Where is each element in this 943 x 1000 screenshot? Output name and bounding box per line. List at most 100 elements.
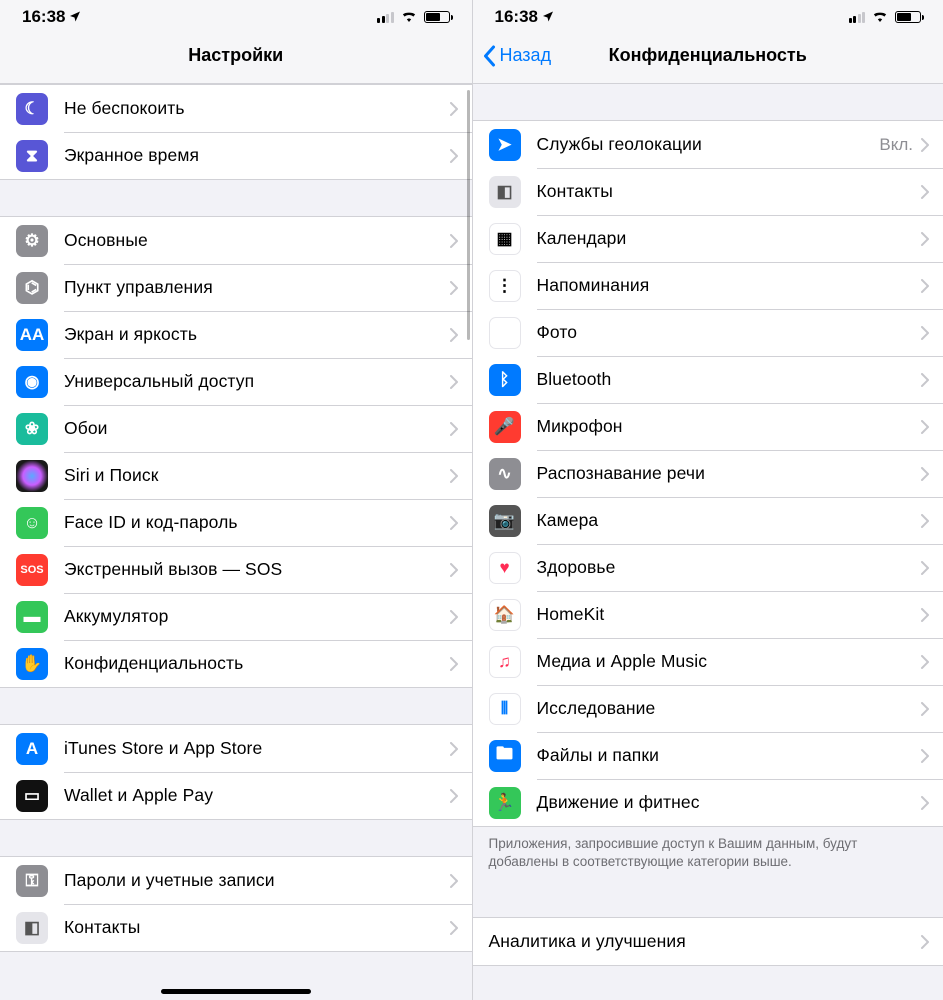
chevron-right-icon (921, 326, 929, 340)
settings-row[interactable]: ▦ Календари (473, 215, 943, 262)
moon-icon: ☾ (16, 93, 48, 125)
wifi-icon (400, 9, 418, 26)
chevron-right-icon (450, 102, 458, 116)
key-icon: ⚿ (16, 865, 48, 897)
toggles-icon: ⌬ (16, 272, 48, 304)
row-label: Обои (64, 418, 450, 439)
chevron-right-icon (921, 138, 929, 152)
settings-row[interactable]: 📷 Камера (473, 497, 943, 544)
chevron-right-icon (450, 328, 458, 342)
chevron-right-icon (450, 563, 458, 577)
settings-row[interactable]: Аналитика и улучшения (473, 918, 943, 965)
settings-row[interactable]: ⚙ Основные (0, 217, 472, 264)
chevron-right-icon (921, 232, 929, 246)
reminders-icon: ⋮ (489, 270, 521, 302)
row-label: Здоровье (537, 557, 922, 578)
row-label: Камера (537, 510, 922, 531)
wifi-icon (871, 9, 889, 26)
settings-row[interactable]: ☾ Не беспокоить (0, 85, 472, 132)
hand-icon: ✋ (16, 648, 48, 680)
settings-list[interactable]: ☾ Не беспокоить ⧗ Экранное время ⚙ Основ… (0, 84, 472, 1000)
location-services-icon (69, 7, 81, 27)
location-services-icon (542, 7, 554, 27)
settings-row[interactable]: ⧗ Экранное время (0, 132, 472, 179)
row-label: Не беспокоить (64, 98, 450, 119)
chevron-right-icon (921, 514, 929, 528)
settings-row[interactable]: ▬ Аккумулятор (0, 593, 472, 640)
settings-row[interactable]: ☺ Face ID и код-пароль (0, 499, 472, 546)
back-label: Назад (500, 45, 552, 66)
speech-icon: ∿ (489, 458, 521, 490)
settings-row[interactable]: Siri и Поиск (0, 452, 472, 499)
sos-icon: SOS (16, 554, 48, 586)
wallet-icon: ▭ (16, 780, 48, 812)
settings-row[interactable]: 🖿 Файлы и папки (473, 732, 943, 779)
settings-row[interactable]: ✿ Фото (473, 309, 943, 356)
cellular-signal-icon (849, 12, 866, 23)
settings-row[interactable]: ∿ Распознавание речи (473, 450, 943, 497)
battery-icon (424, 11, 450, 23)
chevron-right-icon (450, 149, 458, 163)
accessibility-icon: ◉ (16, 366, 48, 398)
settings-row[interactable]: ◧ Контакты (473, 168, 943, 215)
chevron-right-icon (921, 420, 929, 434)
settings-row[interactable]: 🏠 HomeKit (473, 591, 943, 638)
settings-row[interactable]: AA Экран и яркость (0, 311, 472, 358)
chevron-right-icon (921, 935, 929, 949)
chevron-right-icon (921, 279, 929, 293)
settings-group: ➤ Службы геолокации Вкл. ◧ Контакты ▦ Ка… (473, 120, 943, 827)
row-label: iTunes Store и App Store (64, 738, 450, 759)
scrollbar-thumb[interactable] (467, 90, 470, 340)
settings-row[interactable]: ♫ Медиа и Apple Music (473, 638, 943, 685)
settings-row[interactable]: ⦀ Исследование (473, 685, 943, 732)
settings-row[interactable]: SOS Экстренный вызов — SOS (0, 546, 472, 593)
nav-bar: Назад Конфиденциальность (473, 28, 943, 84)
settings-row[interactable]: A iTunes Store и App Store (0, 725, 472, 772)
settings-row[interactable]: ⋮ Напоминания (473, 262, 943, 309)
settings-row[interactable]: ➤ Службы геолокации Вкл. (473, 121, 943, 168)
settings-row[interactable]: 🎤 Микрофон (473, 403, 943, 450)
wallpaper-icon: ❀ (16, 413, 48, 445)
privacy-list[interactable]: ➤ Службы геолокации Вкл. ◧ Контакты ▦ Ка… (473, 84, 943, 1000)
row-label: Контакты (537, 181, 922, 202)
row-label: Микрофон (537, 416, 922, 437)
row-label: Аналитика и улучшения (489, 931, 922, 952)
chevron-right-icon (450, 742, 458, 756)
row-label: Пункт управления (64, 277, 450, 298)
home-indicator[interactable] (161, 989, 311, 994)
chevron-right-icon (921, 467, 929, 481)
chevron-right-icon (921, 608, 929, 622)
settings-group: ☾ Не беспокоить ⧗ Экранное время (0, 84, 472, 180)
row-label: Напоминания (537, 275, 922, 296)
chevron-right-icon (921, 561, 929, 575)
back-button[interactable]: Назад (483, 45, 552, 67)
contacts-icon: ◧ (16, 912, 48, 944)
settings-row[interactable]: ⌬ Пункт управления (0, 264, 472, 311)
cellular-signal-icon (377, 12, 394, 23)
chevron-right-icon (921, 796, 929, 810)
row-label: Службы геолокации (537, 134, 880, 155)
settings-row[interactable]: ✋ Конфиденциальность (0, 640, 472, 687)
calendar-icon: ▦ (489, 223, 521, 255)
settings-row[interactable]: ❀ Обои (0, 405, 472, 452)
hourglass-icon: ⧗ (16, 140, 48, 172)
page-title: Настройки (0, 45, 472, 66)
settings-row[interactable]: 🏃 Движение и фитнес (473, 779, 943, 826)
settings-row[interactable]: ♥ Здоровье (473, 544, 943, 591)
chevron-right-icon (921, 749, 929, 763)
settings-row[interactable]: ⚿ Пароли и учетные записи (0, 857, 472, 904)
phone-privacy: 16:38 Назад Конфиденциальность ➤ Службы … (472, 0, 943, 1000)
row-label: Экранное время (64, 145, 450, 166)
chevron-right-icon (450, 281, 458, 295)
row-label: Исследование (537, 698, 922, 719)
row-label: Универсальный доступ (64, 371, 450, 392)
row-label: Аккумулятор (64, 606, 450, 627)
settings-row[interactable]: ▭ Wallet и Apple Pay (0, 772, 472, 819)
settings-row[interactable]: ᛒ Bluetooth (473, 356, 943, 403)
nav-bar: Настройки (0, 28, 472, 84)
settings-group: Аналитика и улучшения (473, 917, 943, 966)
settings-row[interactable]: ◉ Универсальный доступ (0, 358, 472, 405)
settings-row[interactable]: ◧ Контакты (0, 904, 472, 951)
contacts-icon: ◧ (489, 176, 521, 208)
row-label: HomeKit (537, 604, 922, 625)
